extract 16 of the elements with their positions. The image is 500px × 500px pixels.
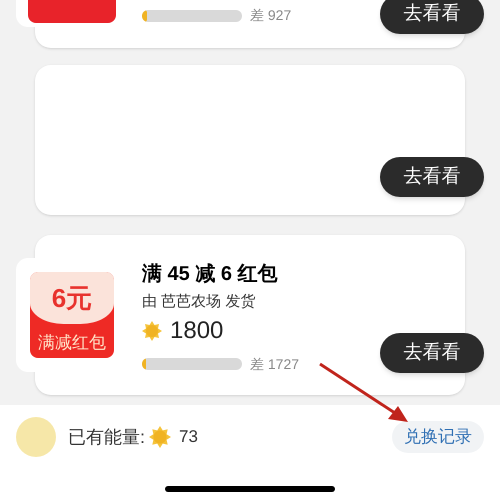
- exchange-history-link[interactable]: 兑换记录: [392, 421, 484, 453]
- remaining-text: 差 927: [250, 6, 292, 25]
- packet-label: 满减红包: [38, 332, 106, 354]
- view-button[interactable]: 去看看: [380, 0, 484, 34]
- sun-icon: [149, 426, 172, 448]
- remaining-text: 差 1727: [250, 354, 300, 374]
- energy-label: 已有能量:: [68, 426, 146, 448]
- view-button[interactable]: 去看看: [380, 333, 484, 373]
- view-button[interactable]: 去看看: [380, 157, 484, 197]
- price-text: 1800: [170, 316, 224, 346]
- energy-count: 73: [179, 426, 198, 448]
- avatar-icon: [16, 417, 56, 457]
- subtitle: 由 芭芭农场 发货: [142, 292, 256, 312]
- amount-text: 6元: [52, 282, 92, 314]
- sun-icon: [142, 320, 162, 341]
- title: 满 45 减 6 红包: [142, 262, 279, 288]
